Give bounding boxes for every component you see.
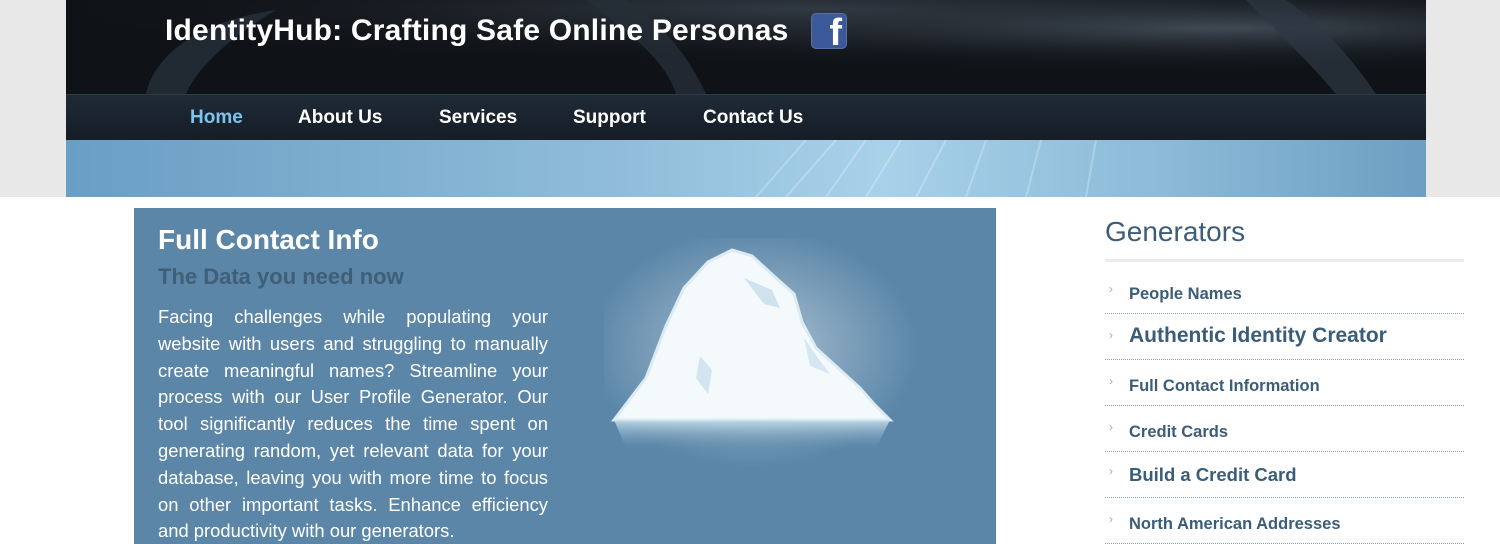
sidebar-item-credit-cards[interactable]: › Credit Cards [1105, 406, 1464, 452]
nav-item-home[interactable]: Home [190, 95, 243, 141]
main-content-panel: Full Contact Info The Data you need now … [134, 208, 996, 544]
iceberg-illustration [604, 238, 919, 468]
chevron-right-icon: › [1109, 420, 1113, 434]
main-title: Full Contact Info [158, 224, 379, 255]
header-banner [66, 140, 1426, 197]
facebook-glyph: f [829, 13, 842, 49]
chevron-right-icon: › [1109, 282, 1113, 296]
generators-list: › People Names › Authentic Identity Crea… [1105, 262, 1464, 544]
sidebar-item-label: Credit Cards [1129, 423, 1229, 441]
sidebar-item-label: Full Contact Information [1129, 377, 1320, 395]
nav-item-contact-us[interactable]: Contact Us [703, 95, 803, 141]
sidebar-item-label: Build a Credit Card [1129, 464, 1297, 485]
main-subtitle: The Data you need now [158, 264, 404, 289]
chevron-right-icon: › [1109, 464, 1113, 478]
main-body-text: Facing challenges while populating your … [158, 306, 548, 542]
facebook-icon[interactable]: f [811, 13, 847, 49]
main-nav: Home About Us Services Support Contact U… [66, 94, 1426, 141]
sidebar-item-label: North American Addresses [1129, 515, 1341, 533]
sidebar-item-label: Authentic Identity Creator [1129, 324, 1387, 347]
sidebar-item-full-contact-information[interactable]: › Full Contact Information [1105, 360, 1464, 406]
chevron-right-icon: › [1109, 328, 1113, 342]
sidebar-item-label: People Names [1129, 285, 1242, 303]
chevron-right-icon: › [1109, 512, 1113, 526]
sidebar-item-authentic-identity-creator[interactable]: › Authentic Identity Creator [1105, 314, 1464, 360]
sidebar-title: Generators [1105, 216, 1246, 247]
site-header: IdentityHub: Crafting Safe Online Person… [66, 0, 1426, 197]
sidebar-item-build-a-credit-card[interactable]: › Build a Credit Card [1105, 452, 1464, 498]
nav-item-about-us[interactable]: About Us [298, 95, 382, 141]
banner-streaks [755, 140, 1097, 197]
sidebar-item-people-names[interactable]: › People Names [1105, 262, 1464, 314]
sidebar-item-north-american-addresses[interactable]: › North American Addresses [1105, 498, 1464, 544]
site-title: IdentityHub: Crafting Safe Online Person… [165, 14, 789, 47]
nav-item-services[interactable]: Services [439, 95, 517, 141]
nav-item-support[interactable]: Support [573, 95, 646, 141]
chevron-right-icon: › [1109, 374, 1113, 388]
